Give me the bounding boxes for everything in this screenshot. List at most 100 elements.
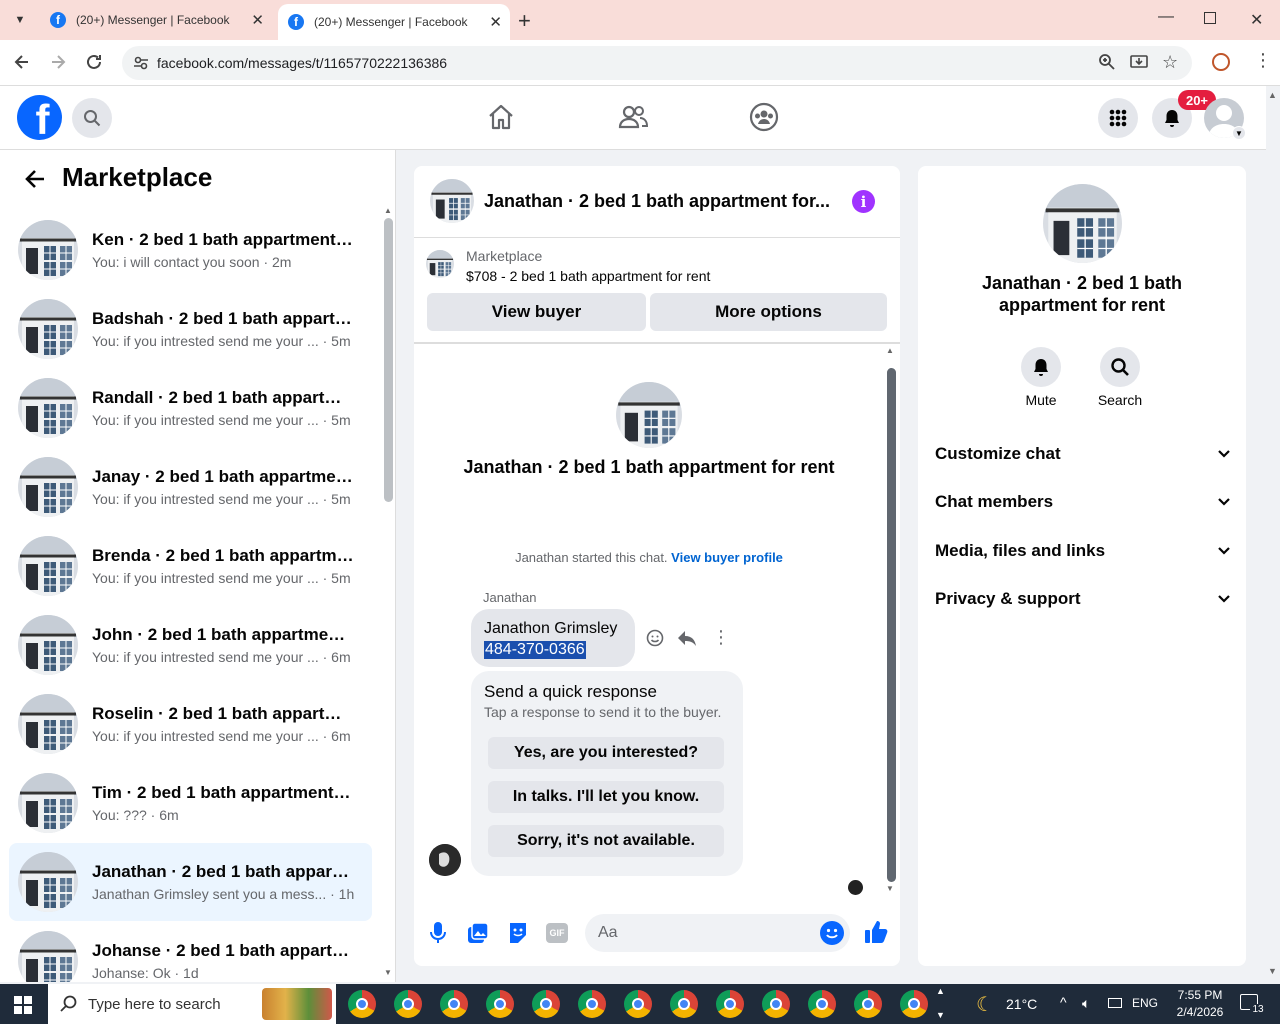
- tab-search-chevron-icon[interactable]: ▼: [10, 10, 30, 30]
- chrome-taskbar-icon[interactable]: [854, 990, 882, 1018]
- taskbar-scroll-down-icon[interactable]: ▼: [936, 1010, 945, 1020]
- restore-icon[interactable]: [1204, 12, 1216, 24]
- new-tab-icon[interactable]: +: [518, 8, 531, 34]
- tab-close-icon[interactable]: ✕: [489, 13, 502, 31]
- weather-temp[interactable]: 21°C: [1006, 996, 1037, 1012]
- chrome-taskbar-icon[interactable]: [670, 990, 698, 1018]
- reload-icon[interactable]: [84, 52, 104, 72]
- forward-icon[interactable]: [48, 52, 68, 72]
- chrome-taskbar-icon[interactable]: [900, 990, 928, 1018]
- mute-label[interactable]: Mute: [1006, 392, 1076, 408]
- like-thumbs-up-icon[interactable]: [864, 920, 888, 944]
- menu-grid-icon[interactable]: [1098, 98, 1138, 138]
- minimize-icon[interactable]: —: [1158, 8, 1174, 26]
- reply-icon[interactable]: [677, 629, 697, 647]
- sender-avatar[interactable]: [429, 844, 461, 876]
- back-icon[interactable]: [12, 52, 32, 72]
- chrome-taskbar-icon[interactable]: [624, 990, 652, 1018]
- chrome-taskbar-icon[interactable]: [486, 990, 514, 1018]
- message-more-icon[interactable]: ⋮: [712, 627, 730, 648]
- taskbar-scroll-up-icon[interactable]: ▲: [936, 986, 945, 996]
- weather-moon-icon[interactable]: ☾: [976, 992, 994, 1017]
- chat-members-section[interactable]: Chat members: [935, 487, 1231, 517]
- windows-start-icon[interactable]: [14, 996, 32, 1014]
- view-buyer-button[interactable]: View buyer: [427, 293, 646, 331]
- conversation-item[interactable]: John · 2 bed 1 bath appartment for rent Y…: [9, 606, 372, 684]
- volume-icon[interactable]: 🔈︎: [1082, 995, 1090, 1012]
- message-phone-selected[interactable]: 484-370-0366: [484, 641, 586, 659]
- conversation-item[interactable]: Janay · 2 bed 1 bath appartment for rent…: [9, 448, 372, 526]
- mute-bell-icon[interactable]: [1021, 347, 1061, 387]
- tab-close-icon[interactable]: ✕: [251, 11, 264, 29]
- taskbar-clock[interactable]: 7:55 PM 2/4/2026: [1168, 987, 1232, 1021]
- back-arrow-icon[interactable]: [24, 168, 46, 190]
- chrome-taskbar-icon[interactable]: [808, 990, 836, 1018]
- conversation-item[interactable]: Ken · 2 bed 1 bath appartment for rent Yo…: [9, 211, 372, 289]
- page-scroll-down-icon[interactable]: ▼: [1268, 966, 1277, 976]
- message-bubble[interactable]: Janathon Grimsley 484-370-0366: [471, 609, 635, 667]
- attach-photo-icon[interactable]: [467, 922, 489, 944]
- chat-info-icon[interactable]: i: [852, 190, 875, 213]
- sticker-icon[interactable]: [507, 922, 529, 944]
- chat-scrollbar-thumb[interactable]: [887, 368, 896, 882]
- sidebar-scrollbar-thumb[interactable]: [384, 218, 393, 502]
- conversation-item[interactable]: Roselin · 2 bed 1 bath appartment for re…: [9, 685, 372, 763]
- media-files-links-section[interactable]: Media, files and links: [935, 536, 1231, 566]
- chat-scroll-up-icon[interactable]: ▲: [886, 346, 894, 355]
- friends-icon[interactable]: [618, 102, 648, 132]
- gif-icon[interactable]: GIF: [546, 923, 568, 943]
- search-label[interactable]: Search: [1085, 392, 1155, 408]
- conversation-item[interactable]: Randall · 2 bed 1 bath appartment for re…: [9, 369, 372, 447]
- quick-response-not-available-button[interactable]: Sorry, it's not available.: [488, 825, 724, 857]
- chat-avatar[interactable]: [430, 179, 474, 223]
- voice-clip-icon[interactable]: [429, 921, 447, 945]
- emoji-icon[interactable]: [820, 921, 844, 945]
- input-language[interactable]: ENG: [1132, 996, 1158, 1010]
- browser-menu-icon[interactable]: ⋮: [1254, 50, 1272, 71]
- info-avatar[interactable]: [1043, 184, 1122, 263]
- chat-scroll-down-icon[interactable]: ▼: [886, 884, 894, 893]
- browser-tab-1[interactable]: f (20+) Messenger | Facebook ✕: [40, 0, 272, 40]
- home-icon[interactable]: [486, 102, 516, 132]
- chrome-taskbar-icon[interactable]: [578, 990, 606, 1018]
- chrome-taskbar-icon[interactable]: [762, 990, 790, 1018]
- view-buyer-profile-link[interactable]: View buyer profile: [671, 550, 783, 565]
- search-in-chat-icon[interactable]: [1100, 347, 1140, 387]
- chrome-taskbar-icon[interactable]: [394, 990, 422, 1018]
- react-emoji-icon[interactable]: [646, 629, 664, 647]
- site-info-icon[interactable]: [132, 54, 150, 72]
- chat-title[interactable]: Janathan · 2 bed 1 bath appartment for..…: [484, 191, 830, 212]
- account-chevron-icon[interactable]: ▼: [1232, 126, 1246, 140]
- zoom-icon[interactable]: [1098, 53, 1116, 71]
- sidebar-scroll-up-icon[interactable]: ▲: [384, 206, 392, 215]
- conversation-item[interactable]: Tim · 2 bed 1 bath appartment for rent Yo…: [9, 764, 372, 842]
- conversation-item[interactable]: Johanse · 2 bed 1 bath appartment for re…: [9, 922, 372, 982]
- page-scroll-up-icon[interactable]: ▲: [1268, 90, 1277, 100]
- search-icon[interactable]: [72, 98, 112, 138]
- facebook-logo-icon[interactable]: f: [17, 95, 62, 140]
- conversation-item[interactable]: Brenda · 2 bed 1 bath appartment for ren…: [9, 527, 372, 605]
- chrome-taskbar-icon[interactable]: [348, 990, 376, 1018]
- conversation-item[interactable]: Janathan · 2 bed 1 bath appartment for r…: [9, 843, 372, 921]
- tray-chevron-up-icon[interactable]: ^: [1060, 994, 1067, 1010]
- customize-chat-section[interactable]: Customize chat: [935, 439, 1231, 469]
- browser-tab-2-active[interactable]: f (20+) Messenger | Facebook ✕: [278, 4, 510, 40]
- taskbar-search-box[interactable]: Type here to search: [48, 984, 336, 1024]
- groups-icon[interactable]: [749, 102, 779, 132]
- chrome-taskbar-icon[interactable]: [532, 990, 560, 1018]
- chrome-taskbar-icon[interactable]: [440, 990, 468, 1018]
- install-app-icon[interactable]: [1130, 53, 1148, 71]
- quick-response-in-talks-button[interactable]: In talks. I'll let you know.: [488, 781, 724, 813]
- more-options-button[interactable]: More options: [650, 293, 887, 331]
- conversation-item[interactable]: Badshah · 2 bed 1 bath appartment for re…: [9, 290, 372, 368]
- chrome-taskbar-icon[interactable]: [716, 990, 744, 1018]
- profile-icon[interactable]: [1212, 53, 1230, 71]
- message-input[interactable]: Aa: [585, 914, 850, 952]
- quick-response-yes-button[interactable]: Yes, are you interested?: [488, 737, 724, 769]
- url-field[interactable]: facebook.com/messages/t/1165770222136386: [122, 46, 1192, 80]
- sidebar-scroll-down-icon[interactable]: ▼: [384, 968, 392, 977]
- privacy-support-section[interactable]: Privacy & support: [935, 584, 1231, 614]
- bookmark-star-icon[interactable]: ☆: [1162, 52, 1178, 73]
- network-icon[interactable]: [1108, 998, 1122, 1008]
- window-close-icon[interactable]: ✕: [1250, 10, 1263, 30]
